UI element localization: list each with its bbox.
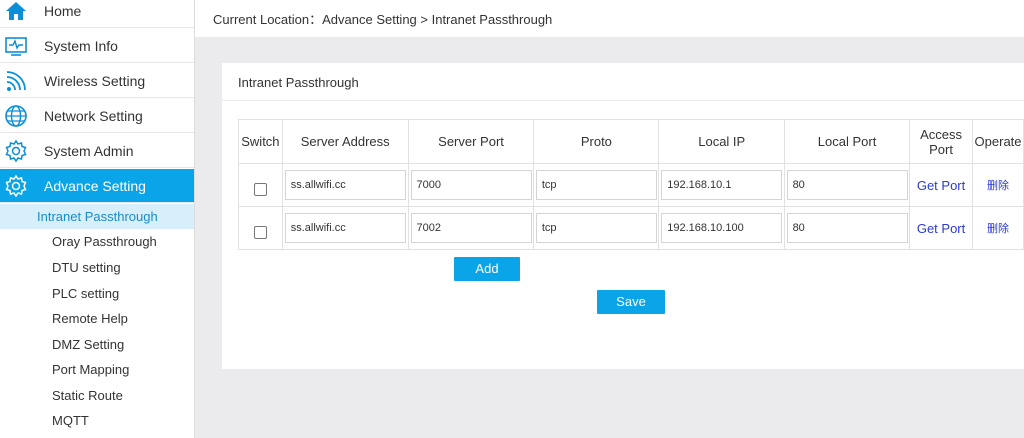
access-cell: Get Port (908, 163, 974, 207)
subnav-label: DTU setting (52, 260, 121, 275)
subnav-oray-passthrough[interactable]: Oray Passthrough (0, 229, 194, 254)
server-address-cell: ss.allwifi.cc (281, 206, 409, 250)
server-address-cell: ss.allwifi.cc (281, 163, 409, 207)
subnav-port-mapping[interactable]: Port Mapping (0, 357, 194, 382)
col-server-address: Server Address (281, 119, 409, 164)
sidebar-item-system-info[interactable]: System Info (0, 29, 194, 63)
col-server-port: Server Port (407, 119, 535, 164)
subnav-label: DMZ Setting (52, 337, 125, 352)
switch-cell (238, 206, 283, 250)
subnav-dmz-setting[interactable]: DMZ Setting (0, 332, 194, 357)
local-ip-cell: 192.168.10.1 (658, 163, 786, 207)
col-access-port-line2: Port (929, 141, 953, 157)
delete-link[interactable]: 删除 (987, 180, 1009, 192)
server-port-cell: 7002 (407, 206, 535, 250)
sidebar-item-label: Advance Setting (44, 178, 146, 194)
sidebar-item-network[interactable]: Network Setting (0, 99, 194, 133)
local-ip-input[interactable]: 192.168.10.1 (661, 170, 783, 200)
monitor-icon (5, 37, 27, 56)
local-port-cell: 80 (784, 206, 910, 250)
table-header-row: Switch Server Address Server Port Proto … (238, 119, 1024, 164)
sidebar-item-home[interactable]: Home (0, 0, 194, 28)
globe-icon (5, 105, 27, 127)
operate-cell: 删除 (972, 163, 1024, 207)
sidebar-item-label: System Admin (44, 143, 134, 159)
col-switch: Switch (238, 119, 283, 164)
get-port-link[interactable]: Get Port (917, 178, 965, 193)
sidebar-item-system-admin[interactable]: System Admin (0, 134, 194, 168)
col-operate: Operate (972, 119, 1024, 164)
subnav-intranet-passthrough[interactable]: Intranet Passthrough (0, 204, 194, 229)
get-port-link[interactable]: Get Port (917, 221, 965, 236)
col-proto: Proto (533, 119, 660, 164)
subnav-remote-help[interactable]: Remote Help (0, 306, 194, 331)
subnav-plc-setting[interactable]: PLC setting (0, 281, 194, 306)
server-port-cell: 7000 (407, 163, 535, 207)
card-title: Intranet Passthrough (238, 75, 359, 90)
local-ip-cell: 192.168.10.100 (658, 206, 786, 250)
add-button[interactable]: Add (454, 257, 520, 281)
subnav-label: Oray Passthrough (52, 234, 157, 249)
col-access-port-line1: Access (920, 126, 962, 142)
local-ip-input[interactable]: 192.168.10.100 (661, 213, 783, 243)
gear-icon (5, 174, 27, 198)
sidebar-item-label: System Info (44, 38, 118, 54)
switch-cell (238, 163, 283, 207)
subnav-label: Intranet Passthrough (37, 209, 158, 224)
server-port-input[interactable]: 7000 (410, 170, 532, 200)
proto-input[interactable]: tcp (535, 170, 657, 200)
passthrough-table: Switch Server Address Server Port Proto … (238, 119, 1024, 250)
subnav-static-route[interactable]: Static Route (0, 383, 194, 408)
save-button[interactable]: Save (597, 290, 665, 314)
col-local-ip: Local IP (658, 119, 786, 164)
sidebar-item-label: Wireless Setting (44, 73, 146, 89)
sidebar-item-label: Network Setting (44, 108, 143, 124)
home-icon (6, 2, 26, 20)
gear-icon (5, 139, 27, 163)
subnav-dtu-setting[interactable]: DTU setting (0, 255, 194, 280)
intranet-passthrough-card: Intranet Passthrough Switch Server Addre… (222, 63, 1024, 369)
sidebar-item-label: Home (44, 3, 82, 19)
local-port-input[interactable]: 80 (786, 213, 908, 243)
sidebar: Home System Info Wireless Setting Networ… (0, 0, 195, 438)
table-row: ss.allwifi.cc 7000 tcp 192.168.10.1 80 G… (238, 163, 1024, 207)
operate-cell: 删除 (972, 206, 1024, 250)
subnav-label: Static Route (52, 388, 123, 403)
switch-checkbox[interactable] (253, 225, 267, 239)
access-cell: Get Port (908, 206, 974, 250)
subnav-label: PLC setting (52, 286, 120, 301)
table-row: ss.allwifi.cc 7002 tcp 192.168.10.100 80… (238, 206, 1024, 250)
sidebar-item-wireless[interactable]: Wireless Setting (0, 64, 194, 98)
delete-link[interactable]: 删除 (987, 223, 1009, 235)
top-bar: Current Location：Advance Setting > Intra… (195, 0, 1024, 37)
proto-cell: tcp (533, 206, 660, 250)
breadcrumb: Current Location：Advance Setting > Intra… (213, 12, 553, 27)
col-access-port: Access Port (908, 119, 974, 164)
sidebar-item-advance-setting[interactable]: Advance Setting (0, 169, 194, 203)
server-address-input[interactable]: ss.allwifi.cc (284, 170, 406, 200)
proto-cell: tcp (533, 163, 660, 207)
local-port-input[interactable]: 80 (786, 170, 908, 200)
server-address-input[interactable]: ss.allwifi.cc (284, 213, 406, 243)
server-port-input[interactable]: 7002 (410, 213, 532, 243)
subnav-label: MQTT (52, 413, 89, 428)
switch-checkbox[interactable] (253, 182, 267, 196)
divider (222, 100, 1024, 101)
col-local-port: Local Port (784, 119, 910, 164)
subnav-mqtt[interactable]: MQTT (0, 408, 194, 433)
wifi-icon (6, 71, 26, 91)
subnav-label: Port Mapping (52, 362, 130, 377)
subnav-label: Remote Help (52, 311, 128, 326)
local-port-cell: 80 (784, 163, 910, 207)
proto-input[interactable]: tcp (535, 213, 657, 243)
